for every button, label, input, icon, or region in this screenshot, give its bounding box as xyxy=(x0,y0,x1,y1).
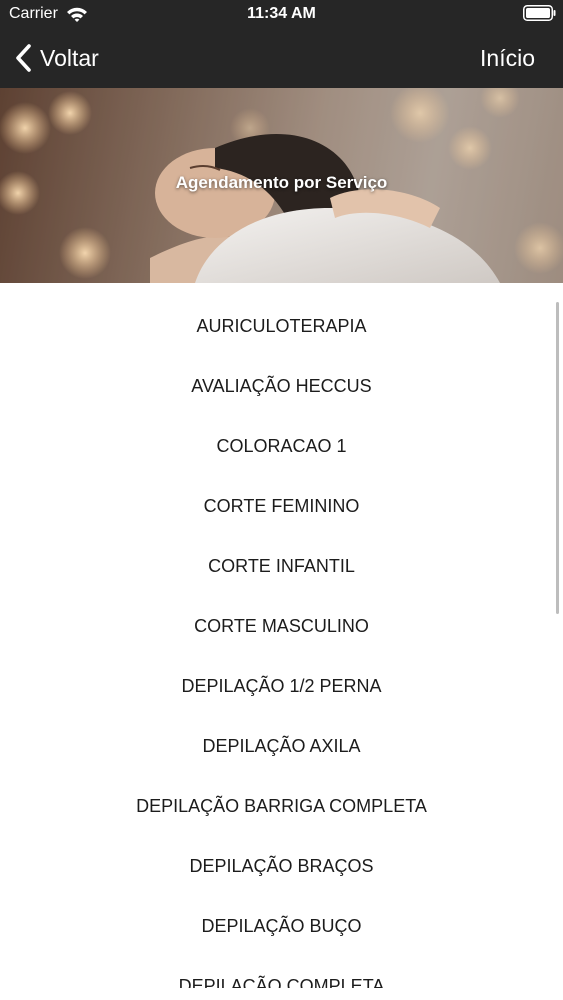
status-time: 11:34 AM xyxy=(247,5,316,22)
top-bar: Carrier 11:34 AM Voltar Início xyxy=(0,0,563,88)
service-item-corte-infantil[interactable]: CORTE INFANTIL xyxy=(0,536,563,596)
page-title: Agendamento por Serviço xyxy=(175,173,388,192)
back-label: Voltar xyxy=(40,44,99,71)
service-item-depilacao-axila[interactable]: DEPILAÇÃO AXILA xyxy=(0,716,563,776)
service-item-depilacao-completa[interactable]: DEPILAÇÃO COMPLETA xyxy=(0,956,563,988)
service-list[interactable]: AURICULOTERAPIA AVALIAÇÃO HECCUS COLORAC… xyxy=(0,296,563,988)
scrollbar[interactable] xyxy=(556,302,559,614)
service-item-corte-masculino[interactable]: CORTE MASCULINO xyxy=(0,596,563,656)
back-button[interactable]: Voltar xyxy=(14,40,99,76)
hero-banner: Agendamento por Serviço xyxy=(0,88,563,283)
service-item-coloracao-1[interactable]: COLORACAO 1 xyxy=(0,416,563,476)
service-item-depilacao-bracos[interactable]: DEPILAÇÃO BRAÇOS xyxy=(0,836,563,896)
chevron-left-icon xyxy=(14,43,34,73)
service-item-depilacao-barriga-completa[interactable]: DEPILAÇÃO BARRIGA COMPLETA xyxy=(0,776,563,836)
service-item-avaliacao-heccus[interactable]: AVALIAÇÃO HECCUS xyxy=(0,356,563,416)
battery-icon xyxy=(523,5,556,21)
service-item-auriculoterapia[interactable]: AURICULOTERAPIA xyxy=(0,296,563,356)
navigation-bar: Voltar Início xyxy=(0,30,563,88)
status-bar: Carrier 11:34 AM xyxy=(0,0,563,30)
service-item-corte-feminino[interactable]: CORTE FEMININO xyxy=(0,476,563,536)
service-item-depilacao-buco[interactable]: DEPILAÇÃO BUÇO xyxy=(0,896,563,956)
service-item-depilacao-meia-perna[interactable]: DEPILAÇÃO 1/2 PERNA xyxy=(0,656,563,716)
home-button[interactable]: Início xyxy=(480,40,535,76)
